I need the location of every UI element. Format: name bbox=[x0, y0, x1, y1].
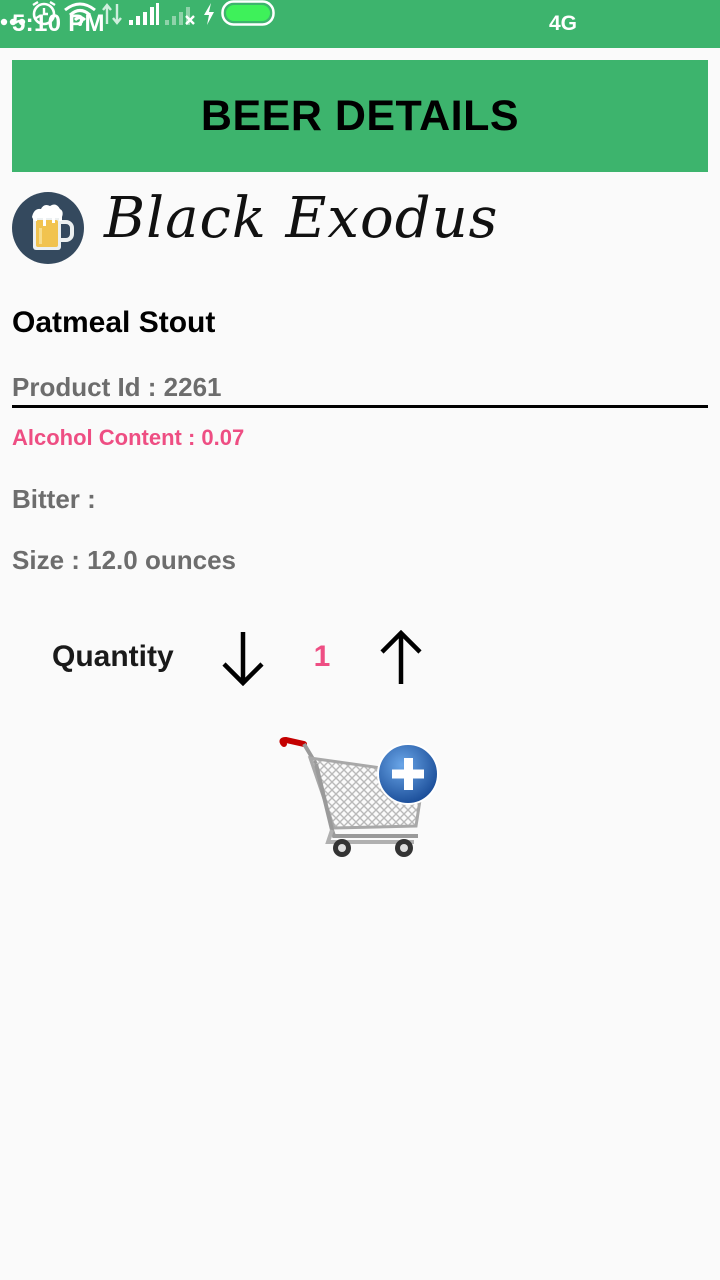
charging-icon bbox=[203, 3, 214, 25]
quantity-value: 1 bbox=[313, 640, 331, 673]
product-id: Product Id : 2261 bbox=[12, 372, 222, 402]
quantity-label: Quantity bbox=[52, 640, 174, 673]
arrow-up-icon[interactable] bbox=[378, 630, 424, 686]
signal-icon bbox=[128, 3, 159, 25]
brand-name: Black Exodus bbox=[104, 186, 499, 251]
header-banner: BEER DETAILS bbox=[12, 60, 708, 172]
bitter-value: Bitter : bbox=[12, 484, 96, 514]
status-time: 5:10 PM bbox=[12, 10, 105, 37]
alcohol-content: Alcohol Content : 0.07 bbox=[12, 425, 245, 450]
page-title: BEER DETAILS bbox=[200, 91, 520, 140]
no-signal-icon bbox=[165, 7, 196, 25]
add-to-cart-icon[interactable] bbox=[276, 734, 442, 860]
beer-mug-icon bbox=[12, 192, 84, 264]
size-value: Size : 12.0 ounces bbox=[12, 545, 236, 575]
status-bar: 5:10 PM 4G bbox=[0, 0, 720, 48]
battery-icon bbox=[221, 0, 275, 26]
divider bbox=[12, 405, 708, 408]
arrow-down-icon[interactable] bbox=[220, 630, 266, 686]
product-name: Oatmeal Stout bbox=[12, 306, 216, 339]
network-type: 4G bbox=[549, 12, 578, 35]
